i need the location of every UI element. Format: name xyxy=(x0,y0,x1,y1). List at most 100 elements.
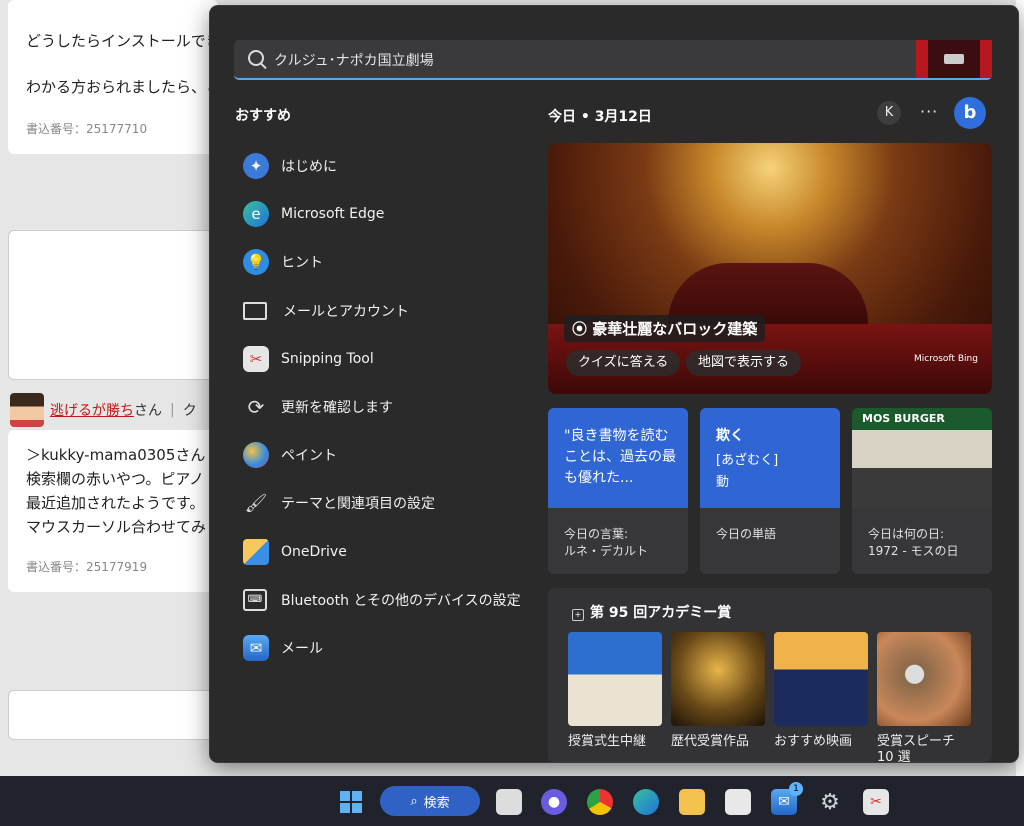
tips-icon: 💡 xyxy=(243,249,269,276)
recommended-movies-label[interactable]: おすすめ映画 xyxy=(774,734,874,750)
post-number: 書込番号：25177919 xyxy=(26,560,148,574)
recommended-movies-thumbnail[interactable] xyxy=(774,632,868,726)
past-winners-thumbnail[interactable] xyxy=(671,632,765,726)
quiz-button[interactable]: クイズに答える xyxy=(566,350,681,376)
author-suffix: さん xyxy=(134,403,162,419)
word-pos: 動 xyxy=(716,475,730,490)
divider: | xyxy=(170,402,175,418)
chat-icon[interactable]: ● xyxy=(541,789,567,815)
app-label: テーマと関連項目の設定 xyxy=(281,496,435,513)
ceremony-thumbnail[interactable] xyxy=(568,632,662,726)
bluetooth-devices-icon: ⌨ xyxy=(243,588,267,611)
search-icon: ⌕ xyxy=(410,793,418,809)
app-label: Snipping Tool xyxy=(281,350,374,367)
speech-label[interactable]: 受賞スピーチ 10 選 xyxy=(877,734,973,762)
search-highlight-image[interactable] xyxy=(916,40,992,78)
author-link[interactable]: 逃げるが勝ち xyxy=(50,400,134,420)
store-icon[interactable] xyxy=(725,789,751,815)
quote-card[interactable]: "良き書物を読むことは、過去の最も優れた... 今日の言葉: ルネ・デカルト xyxy=(548,408,688,574)
post-number: 書込番号：25177710 xyxy=(26,122,148,136)
app-label: OneDrive xyxy=(281,543,347,560)
oscars-section: + 第 95 回アカデミー賞 授賞式生中継 歴代受賞作品 おすすめ映画 受賞スピー… xyxy=(548,588,992,762)
chrome-icon[interactable] xyxy=(587,789,613,815)
onedrive-icon xyxy=(243,538,269,565)
post-text: わかる方おられましたら、こ xyxy=(26,78,222,96)
oscars-title-text: 第 95 回アカデミー賞 xyxy=(590,605,732,621)
search-icon xyxy=(248,50,264,66)
app-item-mail[interactable]: ✉ メール xyxy=(243,624,521,672)
app-item-tips[interactable]: 💡 ヒント xyxy=(243,238,521,286)
app-label: Microsoft Edge xyxy=(281,206,385,223)
mail-icon: ✉ xyxy=(243,634,269,661)
app-item-mail-account[interactable]: メールとアカウント xyxy=(243,287,521,335)
mail-taskbar-icon[interactable]: ✉ 1 xyxy=(771,782,803,815)
speech-thumbnail[interactable] xyxy=(877,632,971,726)
app-label: メールとアカウント xyxy=(283,303,409,320)
app-item-snipping-tool[interactable]: ✂ Snipping Tool xyxy=(243,335,521,383)
mail-badge: 1 xyxy=(789,782,803,796)
app-label: 更新を確認します xyxy=(281,400,393,417)
hero-tag-text: 豪華壮麗なバロック建築 xyxy=(592,320,758,338)
forum-post: どうしたらインストールできる わかる方おられましたら、こ 書込番号：251777… xyxy=(8,0,235,154)
search-highlight-hero[interactable]: ⦿ 豪華壮麗なバロック建築 クイズに答える 地図で表示する Microsoft … xyxy=(548,143,992,394)
oscars-title[interactable]: + 第 95 回アカデミー賞 xyxy=(572,602,731,622)
snipping-tool-taskbar-icon[interactable]: ✂ xyxy=(863,789,889,815)
snipping-tool-icon: ✂ xyxy=(243,345,269,372)
task-view-icon[interactable] xyxy=(496,789,522,815)
app-item-theme-settings[interactable]: 🖌 テーマと関連項目の設定 xyxy=(243,479,521,527)
card-caption-line: 今日の言葉: xyxy=(564,527,629,541)
app-item-getstarted[interactable]: ✦ はじめに xyxy=(243,142,521,190)
bing-icon[interactable]: b xyxy=(954,97,986,129)
settings-gear-icon[interactable]: ⚙ xyxy=(817,789,843,815)
word-card[interactable]: 欺く [あざむく] 動 今日の単語 xyxy=(700,408,840,574)
post-text: マウスカーソル合わせてみ xyxy=(26,518,207,536)
file-explorer-icon[interactable] xyxy=(679,789,705,815)
app-label: はじめに xyxy=(281,159,337,176)
app-item-edge[interactable]: e Microsoft Edge xyxy=(243,190,521,238)
card-caption: 今日の言葉: ルネ・デカルト xyxy=(564,526,648,560)
past-winners-label[interactable]: 歴代受賞作品 xyxy=(671,734,771,750)
edge-taskbar-icon[interactable] xyxy=(633,789,659,815)
post-text: 検索欄の赤いやつ。ピアノ xyxy=(26,470,205,488)
app-item-bluetooth-settings[interactable]: ⌨ Bluetooth とその他のデバイスの設定 xyxy=(243,576,521,624)
theme-brush-icon: 🖌 xyxy=(244,492,268,514)
search-box[interactable]: クルジュ･ナポカ国立劇場 xyxy=(234,40,992,80)
hero-location-tag[interactable]: ⦿ 豪華壮麗なバロック建築 xyxy=(564,315,766,342)
post-text: ＞kukky-mama0305さん xyxy=(26,446,206,464)
card-caption-line: 1972 - モスの日 xyxy=(868,544,959,558)
taskbar-search-label: 検索 xyxy=(423,795,450,811)
expand-icon: + xyxy=(572,609,584,621)
mail-account-icon xyxy=(243,301,267,320)
microsoft-bing-logo: Microsoft Bing xyxy=(914,354,978,364)
this-day-card[interactable]: MOS BURGER 今日は何の日: 1972 - モスの日 xyxy=(852,408,992,574)
recommended-app-list: ✦ はじめに e Microsoft Edge 💡 ヒント メールとアカウント … xyxy=(243,142,521,672)
card-top: "良き書物を読むことは、過去の最も優れた... xyxy=(548,408,688,508)
search-panel: クルジュ･ナポカ国立劇場 おすすめ ✦ はじめに e Microsoft Edg… xyxy=(210,6,1018,762)
location-pin-icon: ⦿ xyxy=(572,320,593,338)
paint-icon xyxy=(243,442,269,469)
card-caption-line: ルネ・デカルト xyxy=(564,544,649,558)
map-button[interactable]: 地図で表示する xyxy=(686,350,802,376)
taskbar-search-button[interactable]: ⌕ 検索 xyxy=(380,786,480,816)
reply-box[interactable] xyxy=(8,690,220,740)
post-author: 逃げるが勝ち さん | ク xyxy=(10,393,197,427)
avatar xyxy=(10,393,44,427)
app-item-update[interactable]: ⟳ 更新を確認します xyxy=(243,383,521,431)
start-icon[interactable] xyxy=(338,789,364,815)
getstarted-icon: ✦ xyxy=(243,153,269,180)
card-caption: 今日は何の日: 1972 - モスの日 xyxy=(868,526,959,560)
edge-icon: e xyxy=(243,201,269,228)
card-caption: 今日の単語 xyxy=(716,527,777,541)
author-extra: ク xyxy=(182,403,197,419)
app-label: メール xyxy=(281,640,323,657)
search-input[interactable]: クルジュ･ナポカ国立劇場 xyxy=(274,50,434,70)
forum-post: ＞kukky-mama0305さん 検索欄の赤いやつ。ピアノ 最近追加されたよう… xyxy=(8,430,218,592)
app-item-paint[interactable]: ペイント xyxy=(243,431,521,479)
mos-burger-photo: MOS BURGER xyxy=(852,408,992,508)
app-label: ヒント xyxy=(281,255,323,272)
account-avatar[interactable]: K xyxy=(877,101,901,125)
ceremony-label[interactable]: 授賞式生中継 xyxy=(568,734,668,750)
taskbar: ⌕ 検索 ● ✉ 1 ⚙ ✂ xyxy=(0,776,1024,826)
more-options-icon[interactable]: ··· xyxy=(920,102,938,121)
app-item-onedrive[interactable]: OneDrive xyxy=(243,528,521,576)
